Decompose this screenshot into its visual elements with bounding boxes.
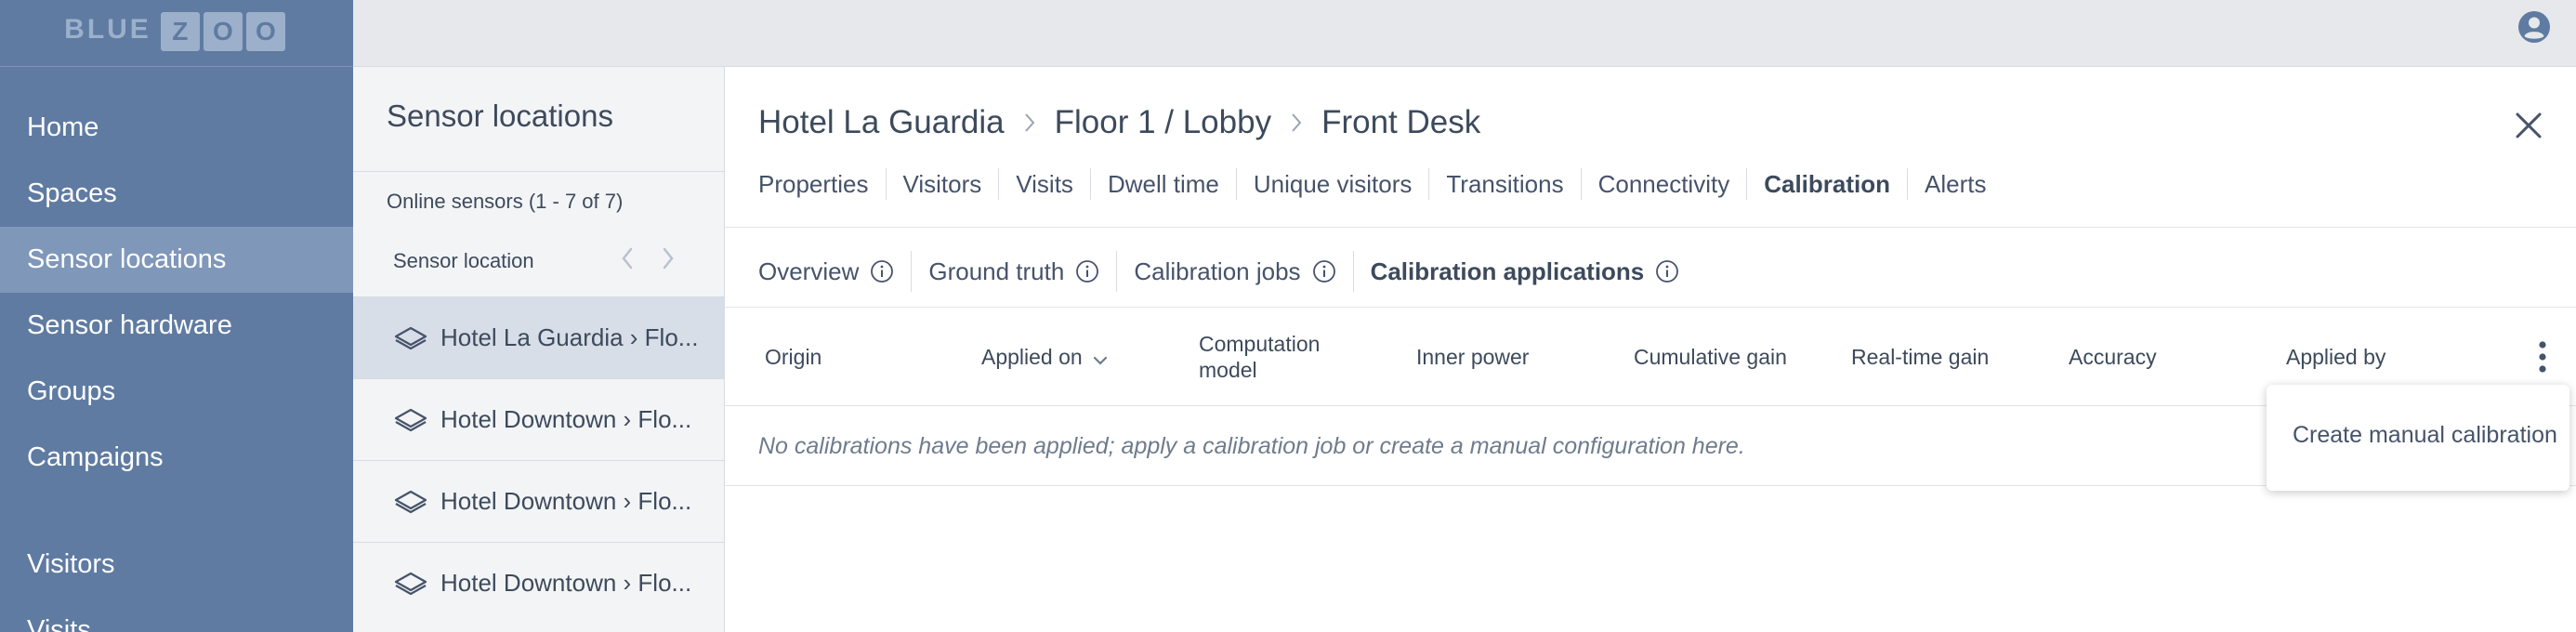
sensor-layers-icon [394, 326, 427, 349]
more-vertical-icon[interactable] [2535, 340, 2550, 374]
user-circle-icon[interactable] [2517, 9, 2552, 45]
breadcrumb-item-location: Front Desk [1321, 104, 1481, 140]
subtab-calibration-jobs[interactable]: Calibration jobs [1117, 251, 1354, 292]
column-header-label: Inner power [1416, 345, 1530, 369]
column-header-label: Origin [765, 345, 822, 369]
sensor-list-item[interactable]: Hotel La Guardia › Flo... [353, 296, 724, 378]
tab-transitions[interactable]: Transitions [1429, 168, 1582, 200]
tab-alerts[interactable]: Alerts [1908, 168, 2003, 200]
chevron-right-icon [1292, 113, 1302, 132]
column-header-label: Applied by [2286, 345, 2386, 369]
tab-visits[interactable]: Visits [999, 168, 1091, 200]
info-icon[interactable] [870, 259, 894, 283]
nav-item-visitors[interactable]: Visitors [0, 532, 353, 598]
logo-word: BLUE [64, 14, 151, 45]
subtab-label: Calibration jobs [1134, 257, 1301, 285]
sensor-list-item[interactable]: Hotel Downtown › Flo... [353, 378, 724, 460]
column-header-label: Real-time gain [1851, 345, 1990, 369]
sensor-layers-icon [394, 408, 427, 431]
subtab-calibration-applications[interactable]: Calibration applications [1354, 251, 1697, 292]
logo-letter-z: Z [160, 12, 200, 51]
column-header-label: Computation model [1199, 331, 1320, 383]
column-header-label: Cumulative gain [1634, 345, 1787, 369]
nav-item-home[interactable]: Home [0, 95, 353, 161]
chevron-right-icon [1024, 113, 1034, 132]
column-header-computation-model[interactable]: Computation model [1199, 309, 1320, 405]
nav-item-campaigns[interactable]: Campaigns [0, 425, 353, 491]
tab-visitors[interactable]: Visitors [887, 168, 1000, 200]
column-header-applied-on[interactable]: Applied on [981, 309, 1109, 405]
breadcrumb: Hotel La Guardia Floor 1 / Lobby Front D… [758, 104, 1480, 141]
info-icon[interactable] [1312, 259, 1336, 283]
online-sensors-count: Online sensors (1 - 7 of 7) [387, 190, 624, 213]
subtab-ground-truth[interactable]: Ground truth [912, 251, 1118, 292]
empty-state-message: No calibrations have been applied; apply… [758, 433, 1745, 459]
column-header-origin[interactable]: Origin [765, 309, 821, 405]
tab-unique-visitors[interactable]: Unique visitors [1237, 168, 1430, 200]
sensor-list-item[interactable]: Hotel Downtown › Flo... [353, 542, 724, 624]
chevron-right-icon[interactable] [656, 240, 680, 277]
panel-title: Sensor locations [387, 99, 613, 133]
nav-item-visits[interactable]: Visits [0, 598, 353, 632]
info-icon[interactable] [1075, 259, 1099, 283]
sensor-list-panel: Sensor locations Online sensors (1 - 7 o… [353, 67, 725, 632]
subtab-label: Calibration applications [1370, 257, 1645, 285]
column-header-label: Applied on [981, 345, 1083, 369]
sensor-layers-icon [394, 490, 427, 513]
subtab-bar: Overview Ground truth Calibration jobs C… [758, 249, 1696, 294]
tab-calibration[interactable]: Calibration [1747, 168, 1908, 200]
column-header-label: Accuracy [2069, 345, 2157, 369]
tab-bar: Properties Visitors Visits Dwell time Un… [758, 164, 2003, 204]
sensor-list-item-label: Hotel Downtown › Flo... [440, 487, 692, 515]
nav-item-sensor-hardware[interactable]: Sensor hardware [0, 293, 353, 359]
column-header-line: Computation [1199, 332, 1321, 356]
brand-logo[interactable]: BLUE Z O O [0, 0, 353, 67]
actions-dropdown-menu: Create manual calibration [2267, 385, 2569, 491]
sensor-list-item[interactable]: Hotel Downtown › Flo... [353, 460, 724, 542]
left-navigation: BLUE Z O O Home Spaces Sensor locations … [0, 0, 353, 632]
tab-dwell-time[interactable]: Dwell time [1091, 168, 1237, 200]
sort-descending-icon[interactable] [1092, 355, 1109, 366]
column-header-sensor-location: Sensor location [393, 249, 534, 272]
column-header-inner-power[interactable]: Inner power [1416, 309, 1529, 405]
sensor-list-item-label: Hotel La Guardia › Flo... [440, 323, 699, 351]
subtab-label: Overview [758, 257, 860, 285]
logo-letter-o1: O [203, 12, 243, 51]
column-header-cumulative-gain[interactable]: Cumulative gain [1634, 309, 1787, 405]
logo-letter-o2: O [245, 12, 285, 51]
tab-properties[interactable]: Properties [758, 168, 887, 200]
chevron-left-icon[interactable] [615, 240, 639, 277]
nav-item-spaces[interactable]: Spaces [0, 161, 353, 227]
breadcrumb-item-building[interactable]: Hotel La Guardia [758, 104, 1005, 141]
top-bar [353, 0, 2576, 67]
column-header-real-time-gain[interactable]: Real-time gain [1851, 309, 1989, 405]
divider [353, 171, 724, 172]
divider [725, 307, 2576, 308]
tab-connectivity[interactable]: Connectivity [1582, 168, 1748, 200]
column-header-accuracy[interactable]: Accuracy [2069, 309, 2157, 405]
nav-item-groups[interactable]: Groups [0, 359, 353, 425]
sensor-list-item-label: Hotel Downtown › Flo... [440, 569, 692, 597]
subtab-label: Ground truth [928, 257, 1065, 285]
sensor-list-item-label: Hotel Downtown › Flo... [440, 405, 692, 433]
menu-item-create-manual-calibration[interactable]: Create manual calibration [2293, 422, 2557, 449]
nav-item-sensor-locations[interactable]: Sensor locations [0, 227, 353, 293]
subtab-overview[interactable]: Overview [758, 251, 913, 292]
divider [725, 227, 2576, 228]
sensor-layers-icon [394, 572, 427, 595]
column-header-line: model [1199, 358, 1257, 382]
info-icon[interactable] [1655, 259, 1679, 283]
close-icon[interactable] [2513, 110, 2544, 141]
breadcrumb-item-floor[interactable]: Floor 1 / Lobby [1055, 104, 1271, 141]
detail-panel: Hotel La Guardia Floor 1 / Lobby Front D… [725, 67, 2576, 632]
